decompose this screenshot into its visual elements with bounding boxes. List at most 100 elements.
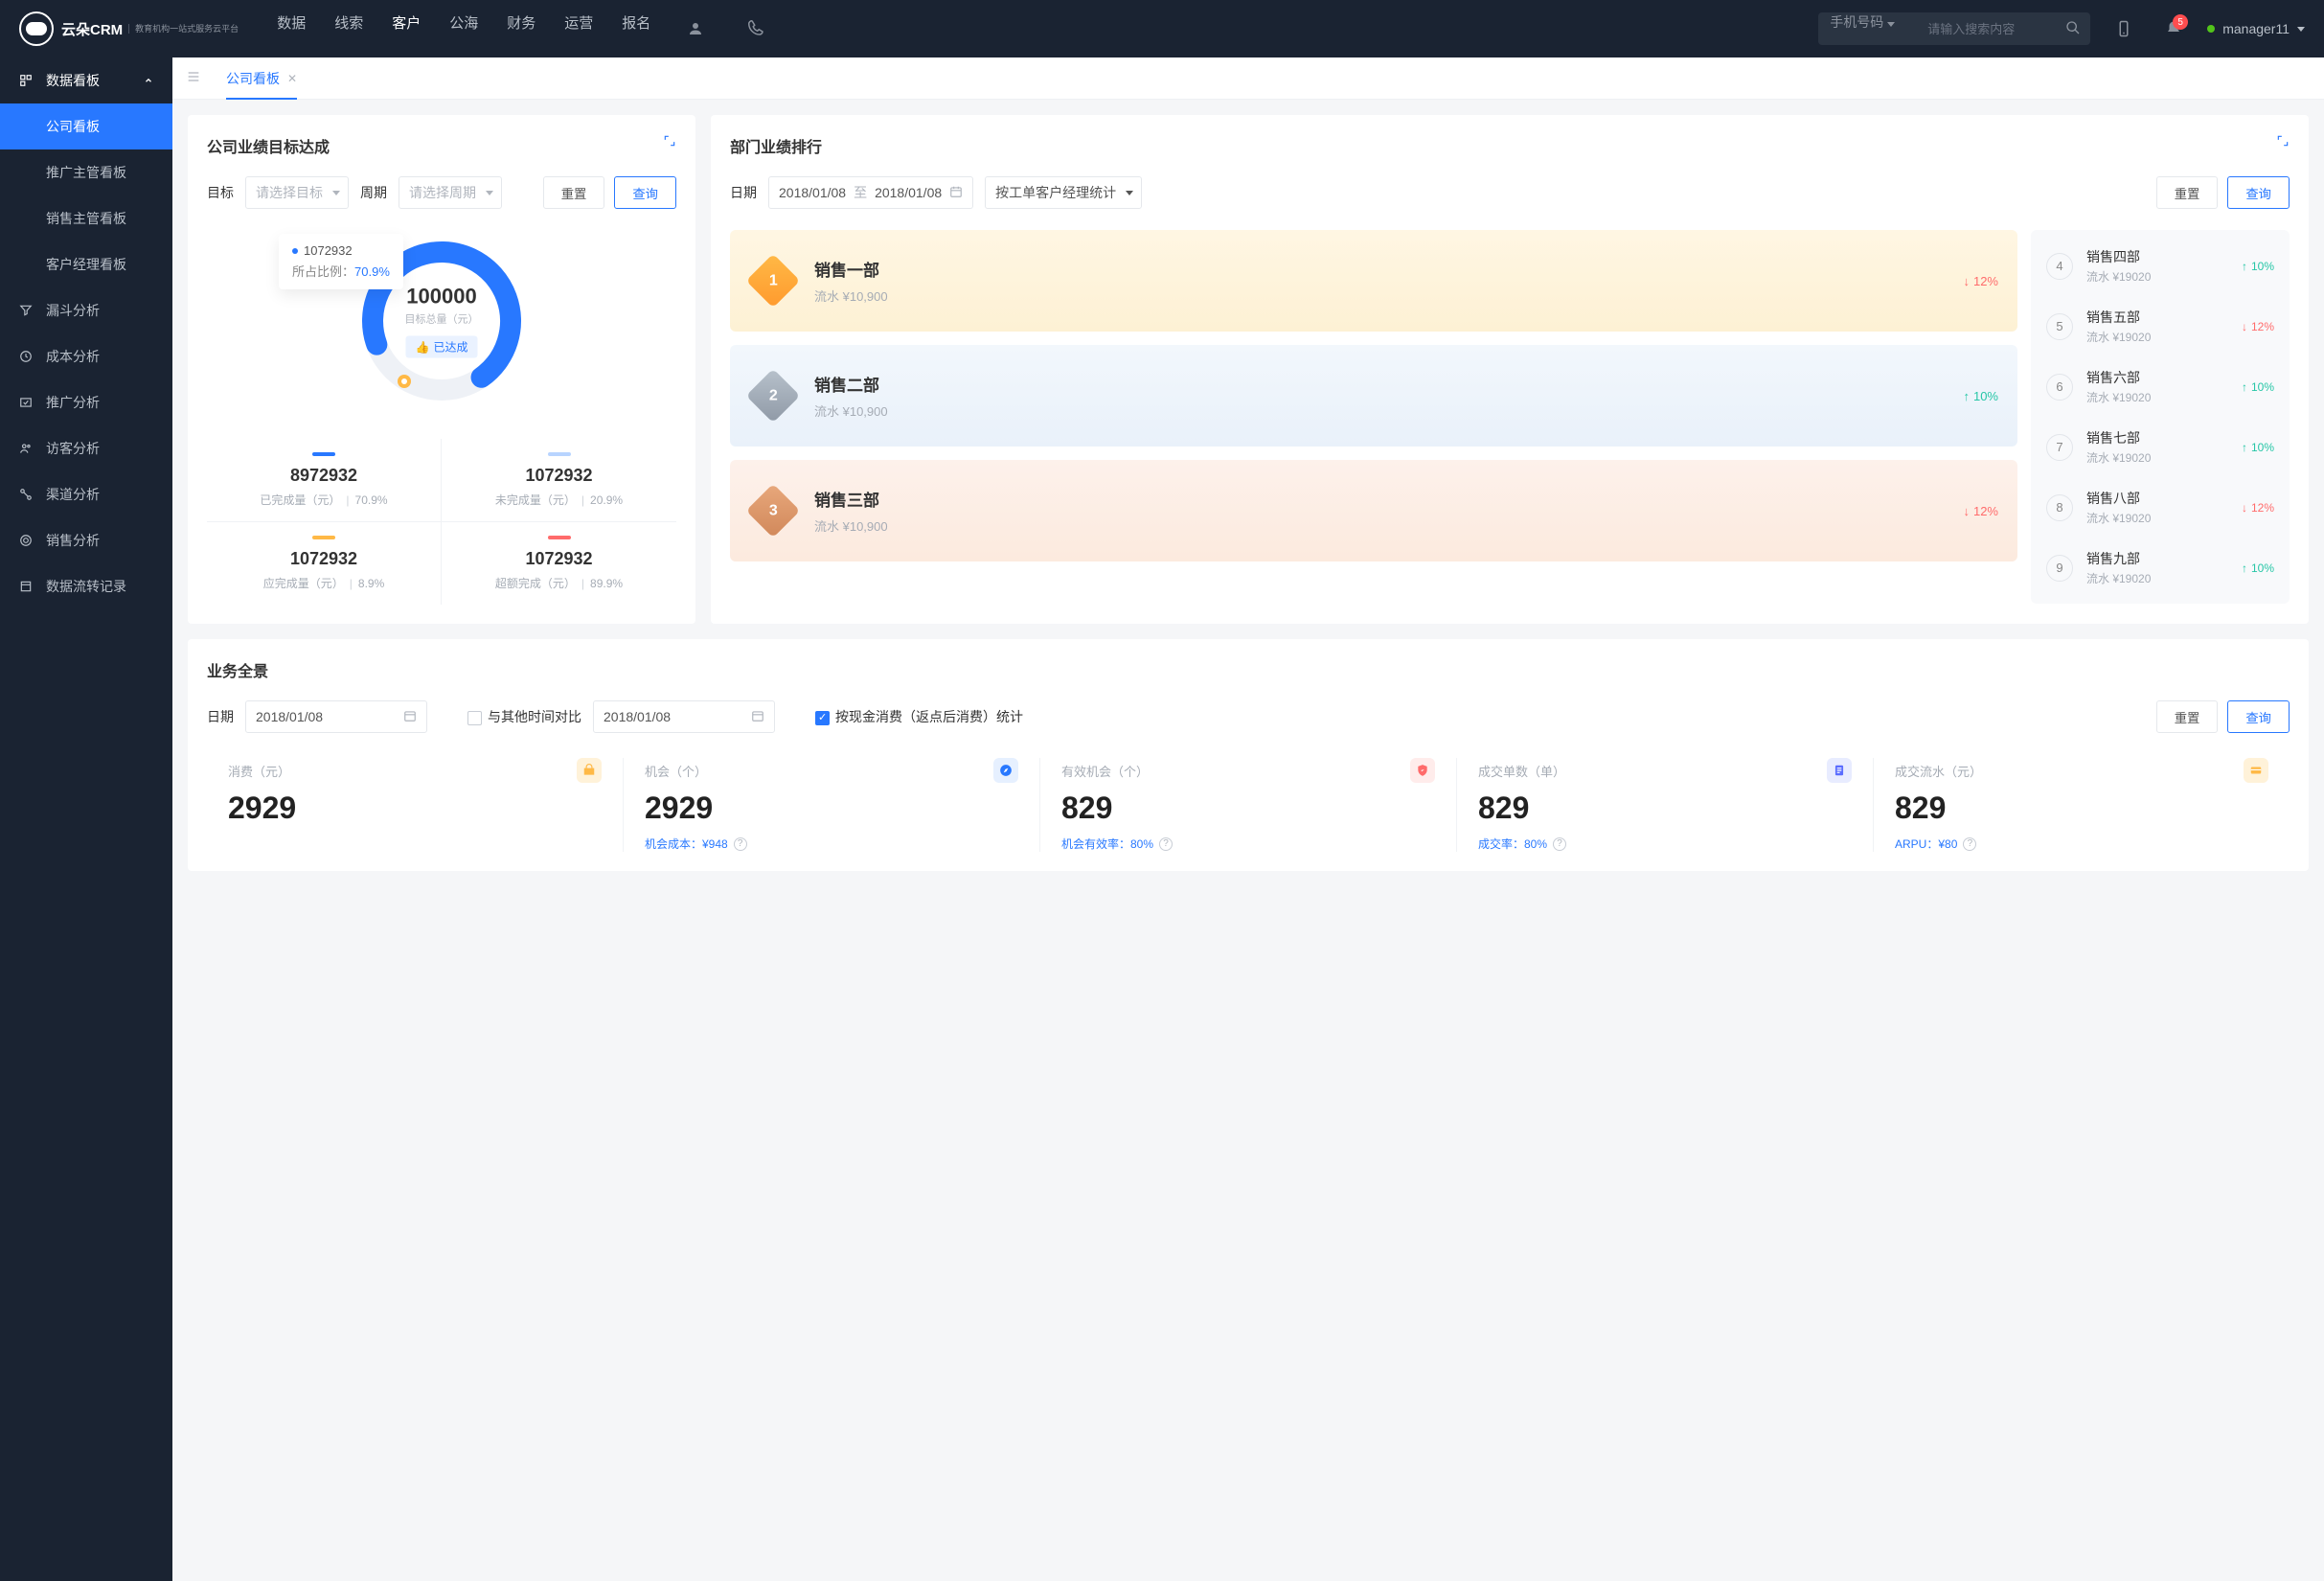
query-button[interactable]: 查询 xyxy=(2227,700,2290,733)
date-range-input[interactable]: 2018/01/08 至 2018/01/08 xyxy=(768,176,973,209)
sidebar-item-funnel[interactable]: 漏斗分析 xyxy=(0,287,172,333)
podium-sub: 流水 ¥10,900 xyxy=(814,516,888,535)
collapse-icon[interactable] xyxy=(182,65,205,91)
sidebar-group-dashboard[interactable]: 数据看板 xyxy=(0,57,172,103)
nav-finance[interactable]: 财务 xyxy=(507,12,535,45)
sidebar-item-label: 渠道分析 xyxy=(46,485,100,504)
nav-data[interactable]: 数据 xyxy=(277,12,306,45)
kpi-value: 829 xyxy=(1478,790,1852,826)
sidebar-item-company[interactable]: 公司看板 xyxy=(0,103,172,149)
podium-info: 销售一部 流水 ¥10,900 xyxy=(814,257,888,305)
chevron-down-icon xyxy=(1887,22,1895,27)
select-label: 按工单客户经理统计 xyxy=(995,183,1116,202)
kpi-card: 成交单数（单） 829 成交率：80%? xyxy=(1457,758,1874,852)
rank-name: 销售七部 xyxy=(2086,428,2151,447)
donut-center: 100000 目标总量（元） 👍已达成 xyxy=(405,285,479,358)
help-icon[interactable]: ? xyxy=(734,837,747,851)
sidebar-item-flow[interactable]: 数据流转记录 xyxy=(0,563,172,609)
nav-customers[interactable]: 客户 xyxy=(392,12,421,45)
kpi-title: 成交流水（元） xyxy=(1895,762,1982,780)
nav-leads[interactable]: 线索 xyxy=(334,12,363,45)
rank-number: 9 xyxy=(2046,555,2073,582)
podium-sub: 流水 ¥10,900 xyxy=(814,286,888,305)
podium-item: 2 销售二部 流水 ¥10,900 ↑ 10% xyxy=(730,345,2017,447)
chevron-up-icon xyxy=(144,73,153,88)
nav-ops[interactable]: 运营 xyxy=(564,12,593,45)
kpi-footer: 成交率：80%? xyxy=(1478,836,1852,852)
sidebar-item-cost[interactable]: 成本分析 xyxy=(0,333,172,379)
sidebar-item-label: 推广主管看板 xyxy=(46,163,126,182)
kpi-title: 有效机会（个） xyxy=(1061,762,1149,780)
close-icon[interactable]: ✕ xyxy=(287,72,297,85)
podium-name: 销售三部 xyxy=(814,487,888,511)
cash-checkbox[interactable]: 按现金消费（返点后消费）统计 xyxy=(815,707,1023,726)
promo-icon xyxy=(19,396,34,409)
select-statby[interactable]: 按工单客户经理统计 xyxy=(985,176,1142,209)
search-type-select[interactable]: 手机号码 xyxy=(1818,12,1918,45)
trend-badge: ↓ 12% xyxy=(2242,501,2274,515)
date-input-2[interactable]: 2018/01/08 xyxy=(593,700,775,733)
bell-icon[interactable]: 5 xyxy=(2157,12,2190,45)
rank-number: 6 xyxy=(2046,374,2073,401)
sidebar-item-promo[interactable]: 推广主管看板 xyxy=(0,149,172,195)
label-target: 目标 xyxy=(207,183,234,202)
logo[interactable]: 云朵CRM 教育机构一站式服务云平台 xyxy=(19,11,239,46)
expand-icon[interactable] xyxy=(663,134,676,150)
rank-sub: 流水 ¥19020 xyxy=(2086,449,2151,466)
date-value: 2018/01/08 xyxy=(604,709,671,724)
arrow-down-icon: ↓ xyxy=(2242,501,2247,515)
kpi-card: 机会（个） 2929 机会成本：¥948? xyxy=(624,758,1040,852)
trend-badge: ↓ 12% xyxy=(1963,274,1998,288)
query-button[interactable]: 查询 xyxy=(2227,176,2290,209)
expand-icon[interactable] xyxy=(2276,134,2290,150)
search-icon[interactable] xyxy=(2065,20,2081,38)
tab-company-board[interactable]: 公司看板 ✕ xyxy=(213,57,310,100)
rank-sub: 流水 ¥19020 xyxy=(2086,570,2151,586)
status-dot-icon xyxy=(2207,25,2215,33)
reset-button[interactable]: 重置 xyxy=(2156,700,2219,733)
sidebar-item-label: 销售分析 xyxy=(46,531,100,550)
rank-name: 销售六部 xyxy=(2086,368,2151,387)
compare-checkbox[interactable]: 与其他时间对比 xyxy=(467,707,581,726)
sidebar-item-promo-analysis[interactable]: 推广分析 xyxy=(0,379,172,425)
podium-name: 销售二部 xyxy=(814,372,888,396)
checkbox-icon xyxy=(815,711,830,725)
user-icon[interactable] xyxy=(679,12,712,45)
user-menu[interactable]: manager11 xyxy=(2207,21,2305,36)
label-period: 周期 xyxy=(360,183,387,202)
rank-row: 9 销售九部 流水 ¥19020 ↑ 10% xyxy=(2031,538,2290,598)
reset-button[interactable]: 重置 xyxy=(2156,176,2219,209)
arrow-up-icon: ↑ xyxy=(1963,389,1970,403)
sidebar-item-label: 漏斗分析 xyxy=(46,301,100,320)
select-target[interactable]: 请选择目标 xyxy=(245,176,349,209)
sidebar-item-sales[interactable]: 销售主管看板 xyxy=(0,195,172,241)
kpi-footer: 机会成本：¥948? xyxy=(645,836,1018,852)
podium-name: 销售一部 xyxy=(814,257,888,281)
nav-pool[interactable]: 公海 xyxy=(449,12,478,45)
sidebar-item-channel[interactable]: 渠道分析 xyxy=(0,471,172,517)
stat-label: 未完成量（元）|20.9% xyxy=(442,492,676,508)
select-period[interactable]: 请选择周期 xyxy=(399,176,502,209)
arrow-down-icon: ↓ xyxy=(1963,274,1970,288)
stats-grid: 8972932 已完成量（元）|70.9% 1072932 未完成量（元）|20… xyxy=(207,439,676,605)
sidebar-item-sales-analysis[interactable]: 销售分析 xyxy=(0,517,172,563)
stat-cell: 1072932 未完成量（元）|20.9% xyxy=(442,439,676,522)
phone-icon[interactable] xyxy=(740,12,773,45)
date-input-1[interactable]: 2018/01/08 xyxy=(245,700,427,733)
help-icon[interactable]: ? xyxy=(1963,837,1976,851)
reset-button[interactable]: 重置 xyxy=(543,176,605,209)
search-input[interactable] xyxy=(1927,22,2065,36)
donut-chart: 1072932 所占比例：70.9% 100000 目标总量（元） xyxy=(207,230,676,412)
stat-value: 1072932 xyxy=(207,549,441,569)
help-icon[interactable]: ? xyxy=(1553,837,1566,851)
podium: 1 销售一部 流水 ¥10,900 ↓ 12% 2 销售二部 流水 ¥10,90… xyxy=(730,230,2017,604)
medal-icon: 2 xyxy=(749,372,797,420)
sidebar-item-manager[interactable]: 客户经理看板 xyxy=(0,241,172,287)
nav-signup[interactable]: 报名 xyxy=(622,12,650,45)
mobile-icon[interactable] xyxy=(2108,12,2140,45)
username: manager11 xyxy=(2222,21,2290,36)
stat-cell: 1072932 应完成量（元）|8.9% xyxy=(207,522,442,605)
sidebar-item-visitor[interactable]: 访客分析 xyxy=(0,425,172,471)
help-icon[interactable]: ? xyxy=(1159,837,1173,851)
query-button[interactable]: 查询 xyxy=(614,176,676,209)
